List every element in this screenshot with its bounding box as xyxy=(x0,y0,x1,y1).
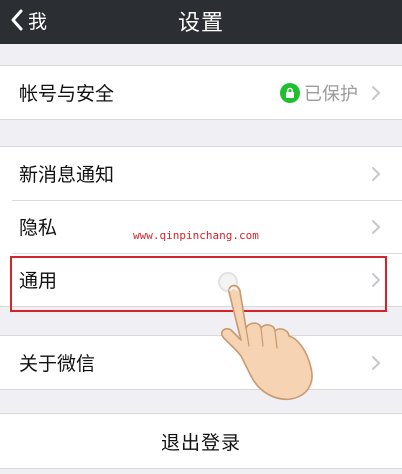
protection-status-text: 已保护 xyxy=(304,83,358,105)
about-group: 关于微信 xyxy=(0,335,402,390)
chevron-right-icon xyxy=(371,166,381,182)
chevron-right-icon xyxy=(371,85,381,101)
privacy-row[interactable]: 隐私 xyxy=(0,200,402,253)
about-wechat-row[interactable]: 关于微信 xyxy=(0,336,402,389)
account-security-row[interactable]: 帐号与安全 已保护 xyxy=(0,66,402,119)
notifications-row[interactable]: 新消息通知 xyxy=(0,147,402,200)
chevron-right-icon xyxy=(371,219,381,235)
privacy-label: 隐私 xyxy=(19,217,58,239)
protection-status: 已保护 xyxy=(280,80,358,106)
account-security-label: 帐号与安全 xyxy=(19,83,115,105)
lock-icon xyxy=(280,82,300,103)
general-label: 通用 xyxy=(19,270,58,292)
logout-button[interactable]: 退出登录 xyxy=(0,413,402,469)
logout-label: 退出登录 xyxy=(160,431,241,454)
pointing-hand-icon xyxy=(220,284,313,401)
account-group: 帐号与安全 已保护 xyxy=(0,65,402,120)
chevron-right-icon xyxy=(371,272,381,288)
settings-group: 新消息通知 隐私 通用 xyxy=(0,146,402,307)
notifications-label: 新消息通知 xyxy=(19,164,115,186)
about-wechat-label: 关于微信 xyxy=(19,353,96,375)
page-title: 设置 xyxy=(177,11,224,36)
general-row[interactable]: 通用 xyxy=(0,253,402,306)
chevron-right-icon xyxy=(371,355,381,371)
watermark-text: www.qinpinchang.com xyxy=(133,229,259,242)
navigation-bar: 我 设置 xyxy=(0,0,402,44)
